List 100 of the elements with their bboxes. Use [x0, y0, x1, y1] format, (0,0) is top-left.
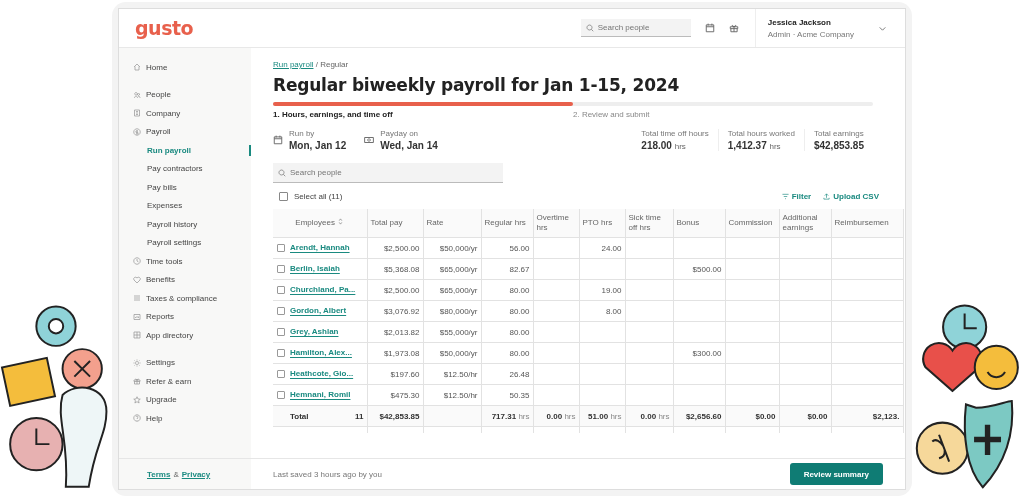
- stat-label: Total time off hours: [641, 129, 709, 138]
- terms-link[interactable]: Terms: [147, 469, 171, 479]
- employee-link[interactable]: Arendt, Hannah: [290, 243, 350, 253]
- sidebar-item[interactable]: Upgrade: [119, 390, 251, 409]
- user-role: Admin · Acme Company: [767, 29, 854, 39]
- table-cell: $50,000/yr: [423, 342, 481, 364]
- upload-icon: [823, 193, 831, 200]
- filter-icon: [781, 193, 789, 200]
- total-count: 11: [355, 411, 364, 421]
- row-checkbox[interactable]: [277, 391, 285, 400]
- employee-link[interactable]: Hamilton, Alex...: [290, 348, 352, 358]
- sidebar-item[interactable]: People: [119, 85, 251, 104]
- table-cell: 80.00: [481, 321, 533, 343]
- gift-icon[interactable]: [728, 23, 739, 33]
- table-cell: $2,500.00: [367, 279, 423, 301]
- column-header: Reimbursemen: [831, 209, 903, 238]
- table-cell: $65,000/yr: [423, 279, 481, 301]
- table-cell: $50,000/yr: [423, 237, 481, 259]
- sidebar-item[interactable]: Help: [119, 409, 251, 428]
- stat-value: $42,853.85: [813, 140, 864, 151]
- table-cell: 8.00: [579, 300, 625, 322]
- sidebar-subitem[interactable]: Payroll settings: [119, 233, 251, 252]
- table-cell: $197.60: [367, 363, 423, 385]
- select-all-checkbox[interactable]: [279, 192, 288, 201]
- sidebar-item[interactable]: Settings: [119, 353, 251, 372]
- row-checkbox[interactable]: [277, 244, 285, 253]
- save-status: Last saved 3 hours ago by you: [273, 469, 383, 479]
- calendar-icon: [273, 135, 283, 145]
- calendar-icon[interactable]: [704, 23, 715, 33]
- sidebar-item[interactable]: Time tools: [119, 252, 251, 271]
- stat-value: 1,412.37 hrs: [727, 140, 782, 151]
- search-field[interactable]: Search people: [273, 163, 503, 183]
- row-checkbox[interactable]: [277, 286, 285, 295]
- breadcrumb-current: / Regular: [315, 60, 349, 69]
- table-cell: $12.50/hr: [423, 363, 481, 385]
- banknote-icon: [364, 135, 375, 145]
- column-header: PTO hrs: [579, 209, 625, 238]
- sidebar-subitem[interactable]: Pay bills: [119, 178, 251, 197]
- sidebar-subitem[interactable]: Pay contractors: [119, 159, 251, 178]
- column-header[interactable]: Employees: [273, 209, 367, 238]
- table-cell: $65,000/yr: [423, 258, 481, 280]
- employee-link[interactable]: Berlin, Isaiah: [290, 264, 340, 274]
- table-cell: 26.48: [481, 363, 533, 385]
- breadcrumb-link[interactable]: Run payroll: [273, 60, 314, 69]
- employee-link[interactable]: Gordon, Albert: [290, 306, 347, 316]
- date-label: Payday on: [380, 129, 420, 138]
- table-cell: 82.67: [481, 258, 533, 280]
- row-checkbox[interactable]: [277, 307, 285, 316]
- table-cell: 56.00: [481, 237, 533, 259]
- ampersand-text: &: [173, 469, 179, 479]
- row-checkbox[interactable]: [277, 370, 285, 379]
- column-header: Total pay: [367, 209, 423, 238]
- heart-icon: [133, 275, 141, 284]
- stat-value: 218.00 hrs: [641, 140, 687, 151]
- sidebar-subitem[interactable]: Expenses: [119, 196, 251, 215]
- sidebar-item[interactable]: Company: [119, 104, 251, 123]
- sidebar-subitem[interactable]: Payroll history: [119, 215, 251, 234]
- column-header: Bonus: [673, 209, 725, 238]
- row-checkbox[interactable]: [277, 349, 285, 358]
- table-cell: $80,000/yr: [423, 300, 481, 322]
- action-link[interactable]: Upload CSV: [823, 192, 879, 201]
- sidebar-item[interactable]: App directory: [119, 326, 251, 345]
- sidebar-item[interactable]: Payroll: [119, 122, 251, 141]
- search-field[interactable]: Search people: [580, 19, 691, 37]
- action-link[interactable]: Filter: [781, 192, 812, 201]
- table-cell: 80.00: [481, 342, 533, 364]
- date-label: Run by: [289, 129, 316, 138]
- star-icon: [133, 395, 141, 404]
- employee-link[interactable]: Hemnani, Romil: [290, 390, 351, 400]
- step-label: 1. Hours, earnings, and time off: [273, 110, 393, 119]
- review-summary-button[interactable]: Review summary: [789, 463, 883, 485]
- sidebar-item[interactable]: Refer & earn: [119, 372, 251, 391]
- table-cell: 24.00: [579, 237, 625, 259]
- table-cell: $300.00: [673, 342, 725, 364]
- chart-icon: [133, 312, 141, 321]
- help-icon: [133, 414, 141, 423]
- building-icon: [133, 109, 141, 118]
- sort-icon: [337, 218, 345, 225]
- date-value: Wed, Jan 14: [380, 140, 438, 151]
- sidebar-item[interactable]: Home: [119, 58, 251, 77]
- employee-link[interactable]: Grey, Ashlan: [290, 327, 339, 337]
- row-checkbox[interactable]: [277, 265, 285, 274]
- row-checkbox[interactable]: [277, 328, 285, 337]
- table-cell: 80.00: [481, 300, 533, 322]
- step-label: 2. Review and submit: [573, 110, 650, 119]
- table-cell: $3,076.92: [367, 300, 423, 322]
- total-label: Total: [290, 411, 309, 421]
- sidebar-item[interactable]: Benefits: [119, 270, 251, 289]
- page-title: Regular biweekly payroll for Jan 1-15, 2024: [273, 75, 681, 95]
- clock-icon: [133, 257, 141, 266]
- sidebar-subitem[interactable]: Run payroll: [119, 141, 251, 160]
- employee-link[interactable]: Churchland, Pa...: [290, 285, 356, 295]
- privacy-link[interactable]: Privacy: [181, 469, 211, 479]
- sidebar-item[interactable]: Reports: [119, 307, 251, 326]
- employee-link[interactable]: Heathcote, Gio...: [290, 369, 354, 379]
- date-value: Mon, Jan 12: [289, 140, 347, 151]
- column-header: Sick time off hrs: [625, 209, 673, 238]
- table-cell: $1,973.08: [367, 342, 423, 364]
- sidebar-item[interactable]: Taxes & compliance: [119, 289, 251, 308]
- table-cell: $55,000/yr: [423, 321, 481, 343]
